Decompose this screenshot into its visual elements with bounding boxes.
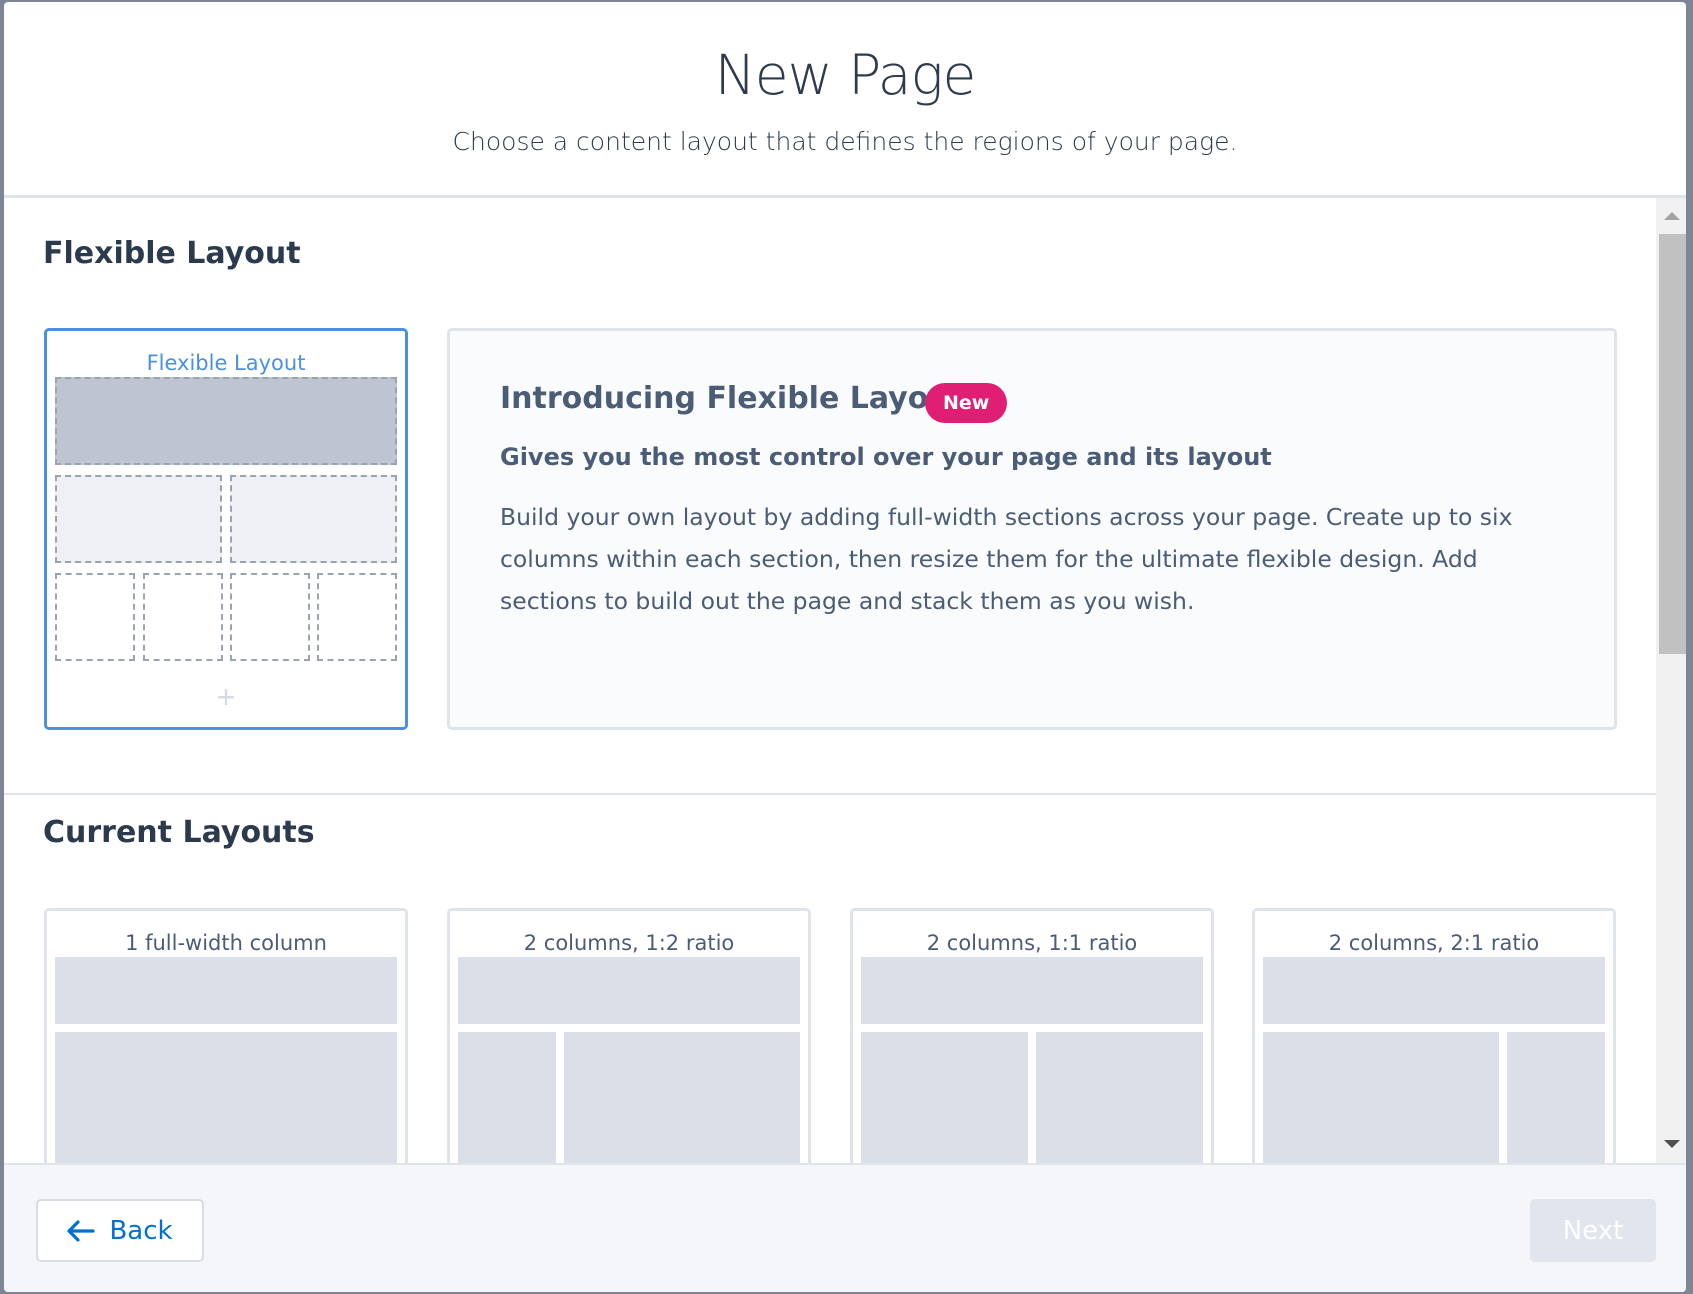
scroll-down-arrow-icon[interactable] <box>1664 1140 1680 1148</box>
new-page-modal: New Page Choose a content layout that de… <box>4 2 1686 1292</box>
intro-title: Introducing Flexible Layouts <box>500 381 982 416</box>
page-title: New Page <box>714 43 977 107</box>
preview-header-region <box>861 957 1203 1024</box>
flexible-layout-card-label: Flexible Layout <box>146 351 306 375</box>
intro-subtitle: Gives you the most control over your pag… <box>500 443 1272 471</box>
scroll-up-arrow-icon[interactable] <box>1664 212 1680 220</box>
preview-region <box>55 573 135 661</box>
intro-description: Build your own layout by adding full-wid… <box>500 503 1513 615</box>
next-button[interactable]: Next <box>1530 1199 1656 1262</box>
section-divider <box>4 793 1656 795</box>
current-layouts-heading: Current Layouts <box>43 815 315 850</box>
preview-column-region <box>564 1032 800 1163</box>
preview-column-region <box>55 1032 397 1163</box>
next-button-label: Next <box>1562 1215 1624 1246</box>
preview-header-region <box>55 957 397 1024</box>
flexible-intro-panel: Introducing Flexible Layouts New Gives y… <box>447 328 1617 730</box>
preview-region <box>317 573 397 661</box>
preview-region <box>55 377 397 465</box>
back-button[interactable]: Back <box>36 1199 204 1262</box>
plus-icon: + <box>216 679 236 715</box>
vertical-scrollbar[interactable] <box>1656 198 1686 1163</box>
flexible-layout-card[interactable]: Flexible Layout + <box>44 328 408 730</box>
layout-card-1-full-width[interactable]: 1 full-width column <box>44 908 408 1163</box>
modal-footer: Back Next <box>4 1163 1686 1292</box>
preview-region <box>143 573 223 661</box>
layout-card-label: 2 columns, 1:1 ratio <box>926 931 1138 955</box>
flexible-layout-heading: Flexible Layout <box>43 236 301 271</box>
preview-column-region <box>458 1032 556 1163</box>
preview-region <box>230 475 397 563</box>
modal-header: New Page Choose a content layout that de… <box>4 2 1686 198</box>
new-badge: New <box>925 383 1008 423</box>
scrollbar-thumb[interactable] <box>1659 234 1686 654</box>
arrow-left-icon <box>67 1219 96 1242</box>
page-subtitle: Choose a content layout that defines the… <box>452 127 1238 156</box>
preview-column-region <box>861 1032 1028 1163</box>
preview-column-region <box>1507 1032 1605 1163</box>
layout-card-label: 2 columns, 2:1 ratio <box>1328 931 1540 955</box>
preview-column-region <box>1036 1032 1203 1163</box>
preview-header-region <box>1263 957 1605 1024</box>
layout-card-2-col-2-1[interactable]: 2 columns, 2:1 ratio <box>1252 908 1616 1163</box>
preview-region <box>55 475 222 563</box>
modal-body: Flexible Layout Flexible Layout + Introd… <box>4 198 1656 1163</box>
layout-card-2-col-1-1[interactable]: 2 columns, 1:1 ratio <box>850 908 1214 1163</box>
back-button-label: Back <box>109 1215 173 1246</box>
layout-card-label: 1 full-width column <box>125 931 327 955</box>
layout-card-label: 2 columns, 1:2 ratio <box>523 931 735 955</box>
preview-header-region <box>458 957 800 1024</box>
layout-card-2-col-1-2[interactable]: 2 columns, 1:2 ratio <box>447 908 811 1163</box>
preview-region <box>230 573 310 661</box>
preview-column-region <box>1263 1032 1499 1163</box>
